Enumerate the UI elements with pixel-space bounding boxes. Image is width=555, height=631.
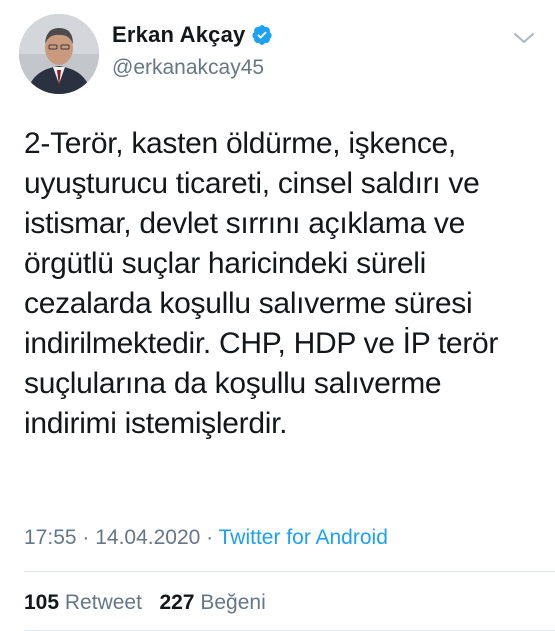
meta-separator: · [76,526,96,549]
name-row: Erkan Akçay [112,22,273,48]
profile-photo-icon [19,14,99,94]
tweet-stats: 105 Retweet 227 Beğeni [24,591,266,615]
display-name[interactable]: Erkan Akçay [112,22,245,48]
tweet-meta: 17:55 · 14.04.2020 · Twitter for Android [24,526,388,550]
divider [24,571,555,572]
tweet-text: 2-Terör, kasten öldürme, işkence, uyuştu… [24,127,499,440]
meta-separator: · [200,526,219,549]
retweet-count[interactable]: 105 [24,591,59,614]
retweet-label[interactable]: Retweet [65,591,142,614]
like-label[interactable]: Beğeni [200,591,265,614]
tweet-header: Erkan Akçay @erkanakcay45 [0,0,555,108]
like-count[interactable]: 227 [159,591,194,614]
chevron-down-icon[interactable] [511,28,537,48]
tweet-time: 17:55 [24,526,77,549]
user-handle[interactable]: @erkanakcay45 [112,56,264,80]
tweet-date: 14.04.2020 [95,526,201,549]
avatar[interactable] [19,14,99,94]
tweet-source-link[interactable]: Twitter for Android [219,526,388,549]
verified-badge-icon [251,24,273,46]
